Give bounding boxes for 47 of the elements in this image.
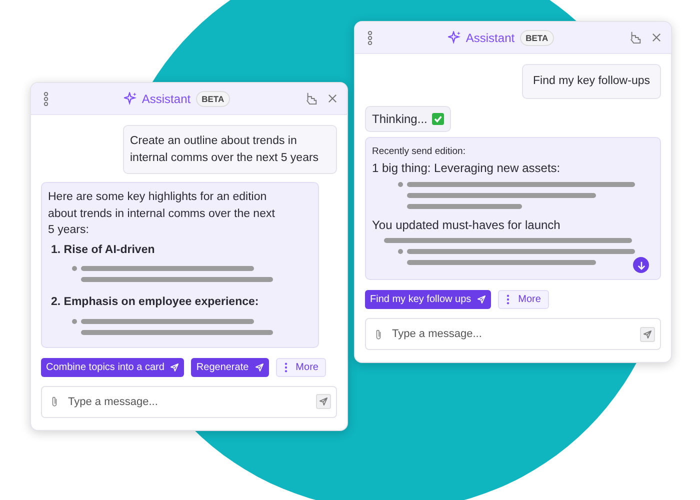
drag-handle-icon[interactable] [367,30,373,44]
more-button[interactable]: More [276,358,326,376]
drag-handle-icon[interactable] [43,92,49,106]
more-button[interactable]: More [498,290,549,309]
summary-heading: You updated must-haves for launch [372,216,562,233]
message-input[interactable]: Type a message... [68,396,306,408]
action-button[interactable]: Regenerate [191,358,269,376]
pointer-hand-icon[interactable] [305,92,318,105]
action-button[interactable]: Combine topics into a card [41,358,184,376]
message-text: Here are some key highlights for an edition about trends in internal comms over the next 5 years: [48,190,276,238]
summary-heading: 1 big thing: Leveraging new assets: [372,160,562,176]
attachment-icon[interactable] [51,396,58,407]
send-icon [319,397,328,406]
message-field[interactable]: Type a message... [365,318,661,350]
arrow-down-icon [636,260,646,270]
outline-heading: 1. Rise of AI-driven [51,242,156,258]
user-message: Find my key follow-ups [522,64,661,99]
close-icon[interactable] [328,94,337,103]
send-icon [170,362,180,372]
send-icon [477,295,486,304]
bullet-dot [72,266,77,271]
close-icon[interactable] [652,33,661,42]
sparkle-icon [448,31,461,44]
beta-badge: BETA [520,30,554,46]
window-title: Assistant [142,92,191,106]
caption-text: Recently send edition: [372,146,466,158]
more-icon [506,294,510,305]
action-button[interactable]: Find my key follow ups [365,290,492,309]
status-text: Thinking... [372,112,428,126]
user-message: Create an outline about trends in internal comms over the next 5 years [123,125,337,174]
window-title: Assistant [466,30,515,44]
message-input[interactable]: Type a message... [392,328,630,340]
send-button[interactable] [640,326,655,342]
pointer-hand-icon[interactable] [629,31,642,44]
bullet-dot [72,318,77,324]
beta-badge: BETA [196,90,230,106]
send-icon [643,330,652,338]
bullet-dot [398,249,403,254]
outline-heading: 2. Emphasis on employee experience: [51,295,260,310]
message-field[interactable]: Type a message... [41,386,337,418]
attachment-icon[interactable] [375,328,382,340]
scroll-down-button[interactable] [633,257,649,273]
more-icon [284,362,288,372]
send-icon [254,362,264,372]
sparkle-icon [124,92,137,105]
send-button[interactable] [316,394,331,409]
bullet-dot [398,182,403,186]
